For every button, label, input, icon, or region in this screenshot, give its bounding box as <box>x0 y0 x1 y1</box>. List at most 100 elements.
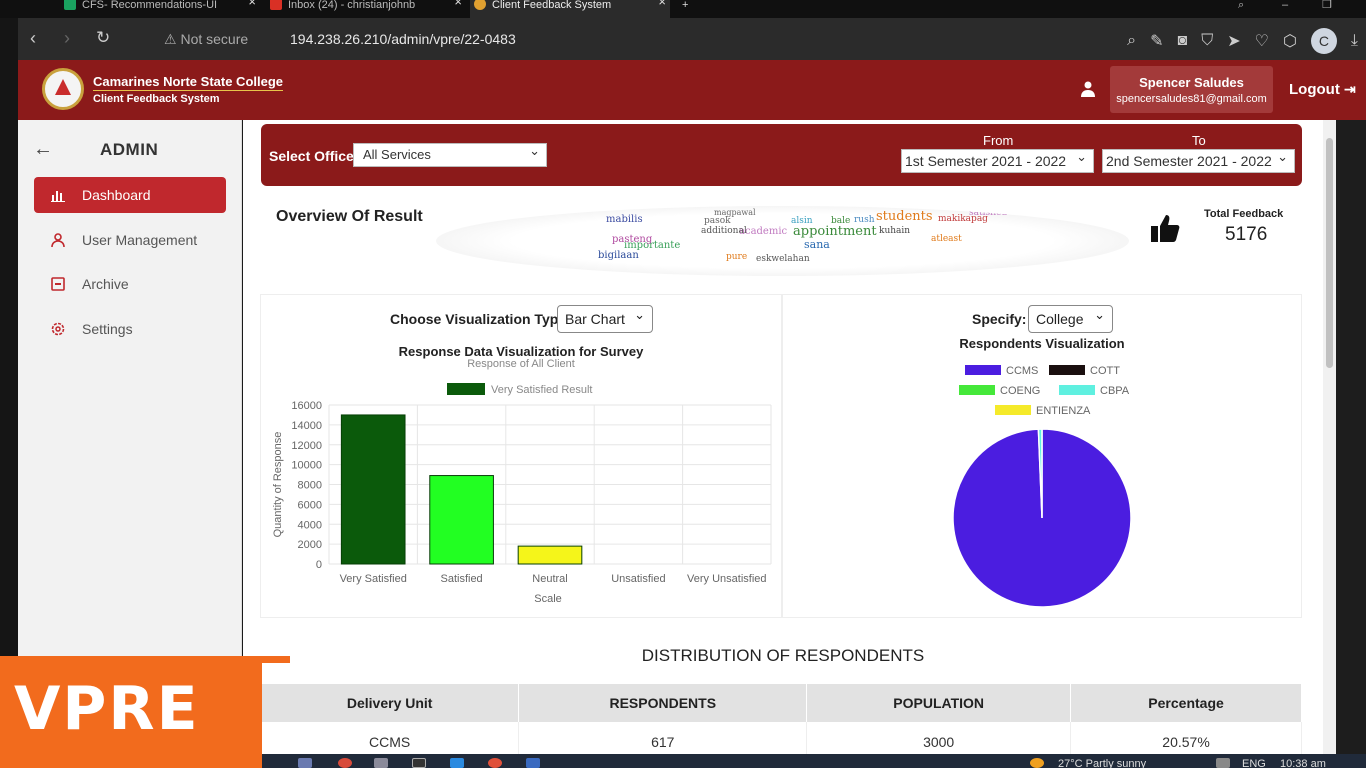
browser-icon[interactable] <box>488 758 502 768</box>
back-icon[interactable]: ‹ <box>30 28 36 49</box>
user-profile-box[interactable]: Spencer Saludes spencersaludes81@gmail.c… <box>1110 66 1273 113</box>
x-tick-label: Unsatisfied <box>611 573 665 585</box>
word-cloud-word: pasok <box>704 216 731 226</box>
right-window-strip <box>1336 120 1366 768</box>
word-cloud-word: kuhain <box>879 226 911 236</box>
word-cloud-word: rush <box>854 215 875 225</box>
toolbar-icons: ⌕ ✎ ◙ ⛉ ➤ ♡ ⬡ C ⤓ <box>1127 28 1358 54</box>
language-indicator[interactable]: ENG <box>1242 758 1266 768</box>
cube-icon[interactable]: ⬡ <box>1283 31 1297 51</box>
total-feedback-value: 5176 <box>1225 224 1268 245</box>
heart-icon[interactable]: ♡ <box>1255 31 1269 51</box>
logout-button[interactable]: Logout ⇥ <box>1289 81 1356 98</box>
back-arrow-icon[interactable]: ← <box>33 138 53 161</box>
close-tab-icon[interactable]: × <box>454 0 462 8</box>
security-label: Not secure <box>180 31 249 47</box>
vscode-icon[interactable] <box>450 758 464 768</box>
scrollbar-thumb[interactable] <box>1326 138 1333 368</box>
x-tick-label: Neutral <box>532 573 567 585</box>
sidebar-item-dashboard[interactable]: Dashboard <box>34 177 226 213</box>
gear-icon <box>51 322 65 336</box>
sidebar-item-label: Archive <box>82 276 129 292</box>
word-cloud-word: sana <box>804 238 830 251</box>
legend-swatch[interactable] <box>995 405 1031 415</box>
screen: CFS- Recommendations-UI × Inbox (24) - c… <box>0 0 1366 768</box>
bar-chart: 0 2000 4000 6000 8000 10000 12000 14000 16000 Ver… <box>272 383 772 605</box>
logout-label: Logout <box>1289 81 1340 98</box>
tab-cfs-recommendations[interactable]: CFS- Recommendations-UI × <box>60 0 260 18</box>
legend-label[interactable]: ENTIENZA <box>1036 405 1091 417</box>
sidebar-item-archive[interactable]: Archive <box>34 266 226 302</box>
legend-swatch[interactable] <box>959 385 995 395</box>
taskbar-app-icon[interactable] <box>298 758 312 768</box>
terminal-icon[interactable] <box>412 758 426 768</box>
url-field[interactable]: 194.238.26.210/admin/vpre/22-0483 <box>290 31 516 47</box>
reload-icon[interactable]: ↻ <box>96 28 110 48</box>
main-content: Select Office All Services From 1st Seme… <box>243 120 1323 768</box>
office-label: Select Office <box>269 148 354 164</box>
page-scrollbar[interactable] <box>1323 120 1336 768</box>
from-select[interactable]: 1st Semester 2021 - 2022 <box>901 146 1094 173</box>
legend-label[interactable]: COTT <box>1090 365 1120 377</box>
legend-swatch[interactable] <box>1049 365 1085 375</box>
chrome-icon[interactable] <box>338 758 352 768</box>
legend-label[interactable]: CBPA <box>1100 385 1130 397</box>
legend-label[interactable]: CCMS <box>1006 365 1038 377</box>
forward-icon[interactable]: › <box>64 28 70 49</box>
taskbar-app-icon[interactable] <box>374 758 388 768</box>
legend-label[interactable]: COENG <box>1000 385 1040 397</box>
word-cloud-word: bale <box>831 216 851 226</box>
camera-icon[interactable]: ◙ <box>1178 32 1188 50</box>
y-tick-label: 2000 <box>298 539 322 551</box>
not-secure-indicator[interactable]: ⚠ Not secure <box>164 31 248 48</box>
clock[interactable]: 10:38 am <box>1280 758 1326 768</box>
word-cloud-word: additional <box>701 226 747 236</box>
bar[interactable] <box>429 475 494 565</box>
legend-label[interactable]: Very Satisfied Result <box>491 384 593 396</box>
y-tick-label: 14000 <box>291 420 322 432</box>
profile-avatar[interactable]: C <box>1310 28 1337 54</box>
y-tick-label: 10000 <box>291 460 322 472</box>
zoom-icon[interactable]: ⌕ <box>1127 32 1136 50</box>
y-tick-label: 4000 <box>298 519 322 531</box>
tab-menu-icon[interactable] <box>28 0 50 18</box>
filter-bar: Select Office All Services From 1st Seme… <box>261 124 1302 186</box>
word-cloud-word: mabilis <box>606 214 643 225</box>
restore-icon[interactable]: ❐ <box>1318 0 1338 18</box>
from-label: From <box>983 133 1014 148</box>
search-tabs-icon[interactable]: ⌕ <box>1236 0 1256 18</box>
bar-chart-icon <box>51 191 65 202</box>
send-icon[interactable]: ➤ <box>1227 31 1240 51</box>
close-tab-icon[interactable]: × <box>658 0 666 8</box>
legend-swatch[interactable] <box>447 383 485 395</box>
bar[interactable] <box>517 545 583 565</box>
shield-icon[interactable]: ⛉ <box>1201 32 1213 50</box>
download-icon[interactable]: ⤓ <box>1351 32 1358 50</box>
sidebar-item-label: Settings <box>82 321 133 337</box>
column-header: POPULATION <box>806 684 1072 722</box>
taskbar-app-icon[interactable] <box>526 758 540 768</box>
left-window-strip <box>0 18 18 768</box>
tab-title: Inbox (24) - christianjohnb <box>288 0 416 11</box>
edit-icon[interactable]: ✎ <box>1150 31 1163 51</box>
new-tab-icon[interactable]: + <box>678 0 698 18</box>
minimize-icon[interactable]: – <box>1278 0 1298 18</box>
y-tick-label: 6000 <box>298 499 322 511</box>
user-name: Spencer Saludes <box>1139 75 1244 90</box>
weather-text[interactable]: 27°C Partly sunny <box>1058 758 1146 768</box>
site-favicon-icon <box>474 0 486 10</box>
sidebar-item-user-management[interactable]: User Management <box>34 222 226 258</box>
tab-client-feedback[interactable]: Client Feedback System × <box>470 0 670 18</box>
sidebar-item-settings[interactable]: Settings <box>34 311 226 347</box>
tab-inbox[interactable]: Inbox (24) - christianjohnb × <box>266 0 466 18</box>
tray-icon[interactable] <box>1216 758 1230 768</box>
legend-swatch[interactable] <box>1059 385 1095 395</box>
college-logo[interactable] <box>42 68 84 110</box>
office-select[interactable]: All Services <box>353 140 547 167</box>
legend-swatch[interactable] <box>965 365 1001 375</box>
to-select[interactable]: 2nd Semester 2021 - 2022 <box>1102 146 1295 173</box>
archive-icon <box>51 277 65 291</box>
browser-toolbar: ‹ › ↻ ⚠ Not secure 194.238.26.210/admin/… <box>18 18 1366 60</box>
bar[interactable] <box>340 414 406 565</box>
close-tab-icon[interactable]: × <box>248 0 256 8</box>
